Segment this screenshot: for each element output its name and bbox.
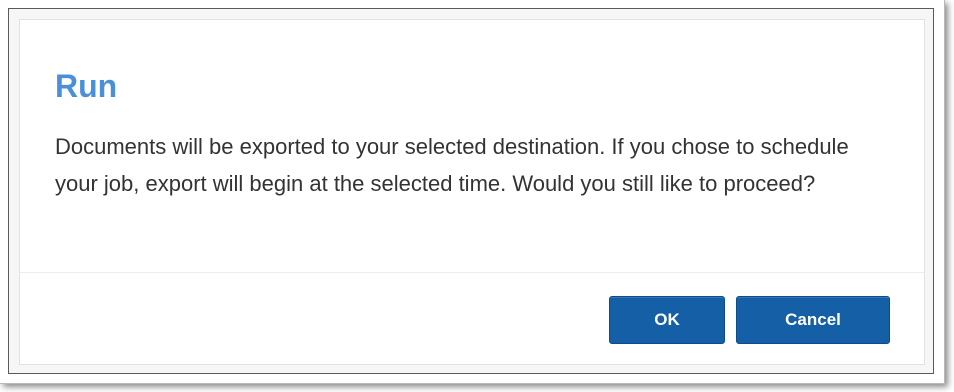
ok-button[interactable]: OK: [609, 296, 725, 344]
dialog-content: Run Documents will be exported to your s…: [19, 19, 925, 365]
dialog-divider: [20, 272, 924, 273]
run-dialog: Run Documents will be exported to your s…: [8, 8, 934, 374]
cancel-button[interactable]: Cancel: [736, 296, 890, 344]
dialog-frame: Run Documents will be exported to your s…: [0, 0, 945, 384]
dialog-title: Run: [55, 68, 118, 104]
dialog-message: Documents will be exported to your selec…: [55, 134, 849, 196]
